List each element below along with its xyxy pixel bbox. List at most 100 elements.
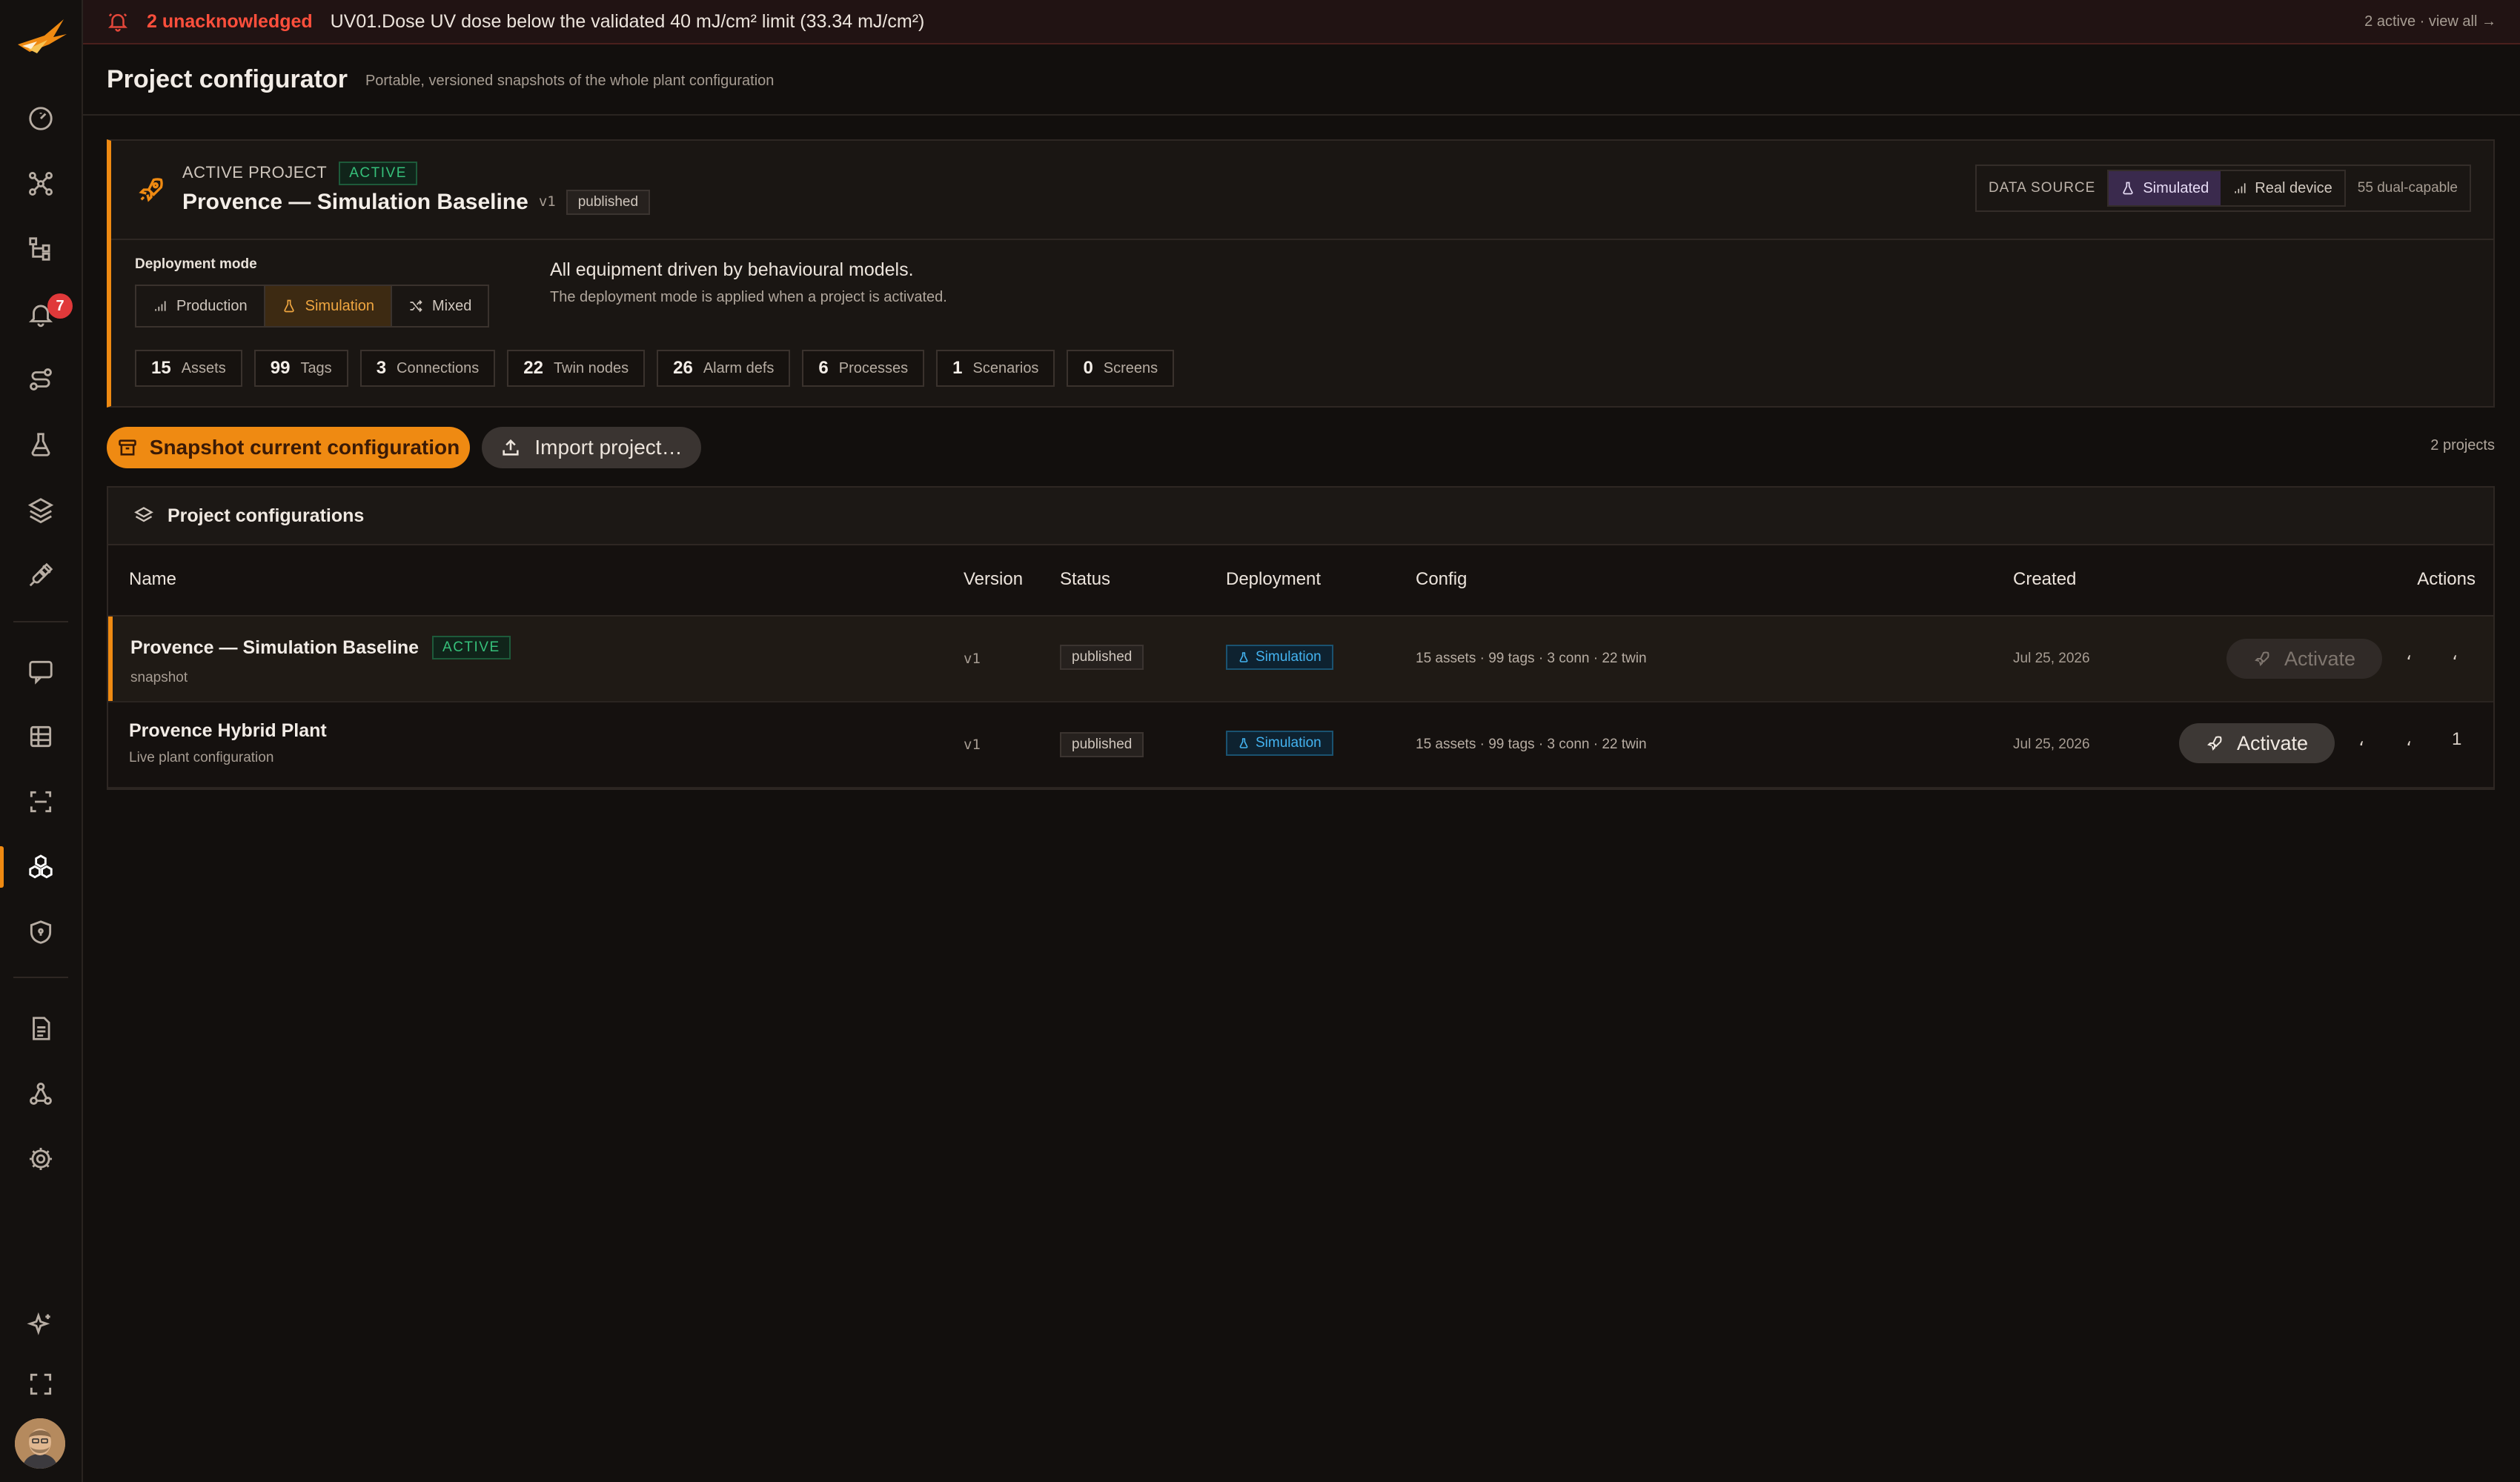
alarm-view-all-link[interactable]: 2 active · view all → (2364, 13, 2496, 30)
nav-network[interactable] (0, 1064, 82, 1123)
col-name[interactable]: Name (129, 569, 176, 590)
alarm-unack-count[interactable]: 2 unacknowledged (147, 11, 313, 33)
nav-documents[interactable] (0, 999, 82, 1058)
data-source-real-device[interactable]: Real device (2221, 171, 2344, 205)
active-status-badge: ACTIVE (432, 636, 511, 659)
deployment-badge: Simulation (1226, 645, 1333, 670)
deployment-simulation[interactable]: Simulation (265, 286, 393, 326)
project-configurations-panel: Project configurations Name Version Stat… (107, 486, 2495, 790)
col-config[interactable]: Config (1416, 569, 1467, 590)
stat-number: 3 (376, 358, 387, 378)
chat-icon (27, 657, 55, 685)
snapshot-button-label: Snapshot current configuration (149, 436, 460, 459)
col-actions: Actions (2417, 569, 2476, 589)
active-project-kicker: ACTIVE PROJECT ACTIVE (182, 162, 417, 185)
nav-security[interactable] (0, 903, 82, 962)
nav-layers[interactable] (0, 480, 82, 539)
archive-icon (117, 437, 138, 458)
stat-label: Screens (1103, 359, 1158, 376)
table-row[interactable]: Provence Hybrid Plant Live plant configu… (108, 702, 2493, 788)
activate-button[interactable]: Activate (2226, 639, 2382, 679)
nav-topology[interactable] (0, 154, 82, 213)
deployment-mixed[interactable]: Mixed (392, 286, 488, 326)
row-action-icon[interactable]: ، (2406, 643, 2412, 665)
active-project-card: ACTIVE PROJECT ACTIVE Provence — Simulati… (107, 139, 2495, 408)
nav-chat[interactable] (0, 642, 82, 701)
active-project-state-badge: published (566, 190, 651, 215)
col-status[interactable]: Status (1060, 569, 1110, 590)
row-name-cell: Provence — Simulation Baseline ACTIVE (130, 636, 511, 659)
row-action-icon[interactable]: ، (2358, 729, 2364, 751)
dual-capable-count: 55 dual-capable (2357, 180, 2458, 196)
row-action-icon[interactable]: ، (2406, 729, 2412, 751)
alarm-banner[interactable]: 2 unacknowledged UV01.Dose UV dose below… (83, 0, 2520, 44)
stat-label: Assets (181, 359, 226, 376)
nav-grid[interactable] (0, 707, 82, 766)
flask-icon (282, 299, 296, 313)
projects-count: 2 projects (2430, 437, 2495, 453)
project-version: v1 (964, 737, 981, 753)
col-version[interactable]: Version (964, 569, 1023, 590)
stat-label: Processes (838, 359, 909, 376)
flask-icon (2121, 181, 2135, 196)
nav-routes[interactable] (0, 350, 82, 409)
page-header: Project configurator Portable, versioned… (83, 44, 2520, 116)
row-action-icon[interactable]: 1 (2452, 729, 2461, 750)
activate-button[interactable]: Activate (2179, 723, 2335, 763)
cubes-icon (27, 853, 55, 881)
project-version: v1 (964, 651, 981, 667)
deployment-production-label: Production (176, 297, 248, 314)
scan-icon (27, 788, 55, 816)
deployment-simulation-label: Simulation (305, 297, 375, 314)
deployment-mode-label: Deployment mode (135, 256, 257, 272)
flask-icon (1238, 651, 1250, 663)
nav-connections[interactable] (0, 545, 82, 605)
nav-alarms[interactable]: 7 (0, 285, 82, 344)
table-row[interactable]: Provence — Simulation Baseline ACTIVE sn… (108, 617, 2493, 702)
nav-hierarchy[interactable] (0, 219, 82, 279)
status-badge: published (1060, 732, 1144, 757)
nav-fullscreen[interactable] (0, 1355, 82, 1414)
nav-assistant[interactable] (0, 1295, 82, 1355)
nav-settings[interactable] (0, 1129, 82, 1189)
deployment-production[interactable]: Production (136, 286, 265, 326)
flask-icon (1238, 737, 1250, 749)
nav-lab[interactable] (0, 415, 82, 474)
config-summary: 15 assets · 99 tags · 3 conn · 22 twin (1416, 651, 1647, 666)
nav-dashboard[interactable] (0, 89, 82, 148)
active-project-label: ACTIVE PROJECT (182, 162, 328, 182)
stat-number: 0 (1083, 358, 1093, 378)
nav-divider (13, 977, 68, 978)
stat-number: 22 (523, 358, 543, 378)
rocket-icon (2253, 650, 2271, 668)
col-created[interactable]: Created (2013, 569, 2076, 590)
nav-project-configurator[interactable] (0, 837, 82, 897)
deployment-mode-toggle: Production Simulation Mixed (135, 285, 490, 328)
nav-scan[interactable] (0, 772, 82, 831)
hierarchy-icon (27, 235, 55, 263)
logo-bird-icon[interactable] (15, 15, 68, 61)
snapshot-configuration-button[interactable]: Snapshot current configuration (107, 427, 470, 468)
stat-connections: 3 Connections (359, 350, 496, 387)
project-name[interactable]: Provence Hybrid Plant (129, 720, 327, 742)
active-project-name: Provence — Simulation Baseline (182, 190, 528, 214)
project-description: Live plant configuration (129, 750, 274, 765)
data-source-toggle: Simulated Real device (2107, 170, 2346, 207)
stat-assets: 15 Assets (135, 350, 242, 387)
alarm-badge: 7 (47, 293, 73, 319)
user-avatar[interactable] (15, 1418, 65, 1469)
row-action-icon[interactable]: ، (2452, 643, 2458, 665)
deployment-badge: Simulation (1226, 731, 1333, 756)
active-project-name-row: Provence — Simulation Baseline v1 publishe… (182, 190, 651, 215)
sidebar: 7 (0, 0, 83, 1482)
alarm-bell-icon (107, 10, 129, 33)
layers-icon (27, 496, 55, 524)
config-summary: 15 assets · 99 tags · 3 conn · 22 twin (1416, 737, 1647, 752)
sparkle-icon (27, 1311, 55, 1339)
activate-button-label: Activate (2284, 647, 2356, 670)
project-name[interactable]: Provence — Simulation Baseline (130, 637, 419, 659)
data-source-switch: DATA SOURCE Simulated Real device 55 dua… (1974, 165, 2471, 212)
data-source-simulated[interactable]: Simulated (2109, 171, 2221, 205)
col-deployment[interactable]: Deployment (1226, 569, 1321, 590)
import-project-button[interactable]: Import project… (482, 427, 701, 468)
